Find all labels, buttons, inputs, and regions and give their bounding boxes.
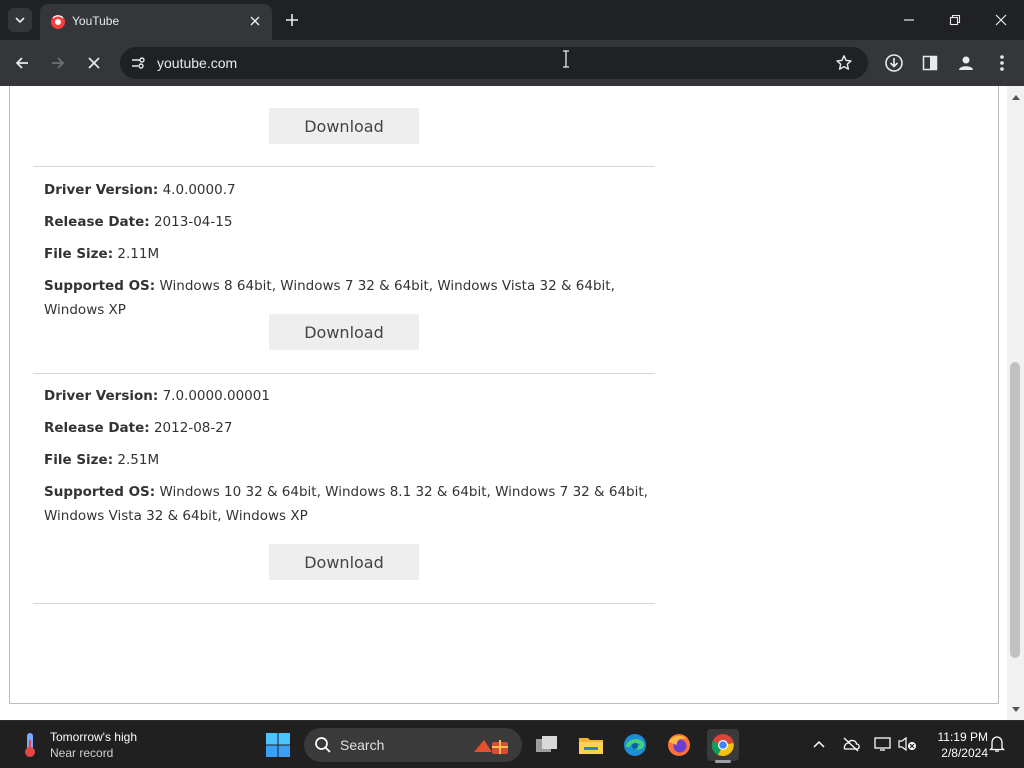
restore-button[interactable]	[941, 8, 969, 32]
bookmark-star-icon[interactable]	[834, 53, 854, 73]
scroll-up-arrow-icon[interactable]	[1007, 88, 1024, 105]
chrome-icon	[711, 734, 734, 757]
active-indicator	[715, 760, 731, 763]
address-bar[interactable]: youtube.com	[120, 47, 868, 79]
network-icon	[874, 737, 891, 751]
tab-title: YouTube	[72, 14, 120, 28]
tab-search-button[interactable]	[8, 8, 32, 32]
url-text[interactable]: youtube.com	[157, 55, 237, 71]
weather-line-2: Near record	[50, 746, 114, 760]
weather-line-1: Tomorrow's high	[50, 730, 137, 744]
minimize-icon	[904, 19, 914, 21]
download-button[interactable]: Download	[269, 544, 419, 580]
download-button[interactable]: Download	[269, 314, 419, 350]
new-tab-button[interactable]	[282, 10, 302, 30]
tab-close-icon[interactable]	[246, 12, 264, 30]
task-view-icon	[536, 736, 557, 752]
browser-toolbar: youtube.com	[0, 40, 1024, 86]
profile-icon	[959, 56, 973, 70]
release-date: Release Date: 2012-08-27	[44, 420, 233, 436]
divider	[33, 166, 655, 167]
onedrive-tray[interactable]	[840, 733, 862, 755]
edge-app[interactable]	[619, 729, 651, 761]
close-icon	[88, 57, 100, 69]
file-size: File Size: 2.51M	[44, 452, 160, 468]
thermometer-icon	[25, 733, 35, 757]
system-clock[interactable]: 11:19 PM 2/8/2024	[924, 729, 988, 761]
menu-button[interactable]	[990, 51, 1014, 75]
file-explorer-app[interactable]	[575, 729, 607, 761]
close-icon	[995, 14, 1007, 26]
text-cursor-icon	[563, 50, 569, 68]
edge-icon	[624, 734, 646, 756]
profile-button[interactable]	[954, 51, 978, 75]
weather-widget[interactable]: Tomorrow's high Near record	[16, 727, 176, 763]
chevron-up-icon	[813, 740, 825, 748]
task-view-app[interactable]	[531, 729, 563, 761]
plus-icon	[286, 14, 298, 26]
side-panel-icon	[922, 55, 938, 71]
search-icon	[315, 737, 331, 753]
back-button[interactable]	[10, 51, 34, 75]
driver-version: Driver Version: 7.0.0000.00001	[44, 388, 270, 404]
clock-time: 11:19 PM	[937, 730, 988, 744]
stop-loading-button[interactable]	[82, 51, 106, 75]
site-info-icon[interactable]	[128, 53, 148, 73]
cloud-off-icon	[843, 737, 860, 752]
scrollbar-thumb[interactable]	[1010, 362, 1020, 658]
network-tray[interactable]	[872, 733, 894, 755]
divider	[33, 603, 655, 604]
chevron-down-icon	[15, 17, 25, 24]
page-viewport: Download Driver Version: 4.0.0000.7 Rele…	[0, 86, 1024, 720]
restore-icon	[949, 14, 961, 26]
search-highlight-icon	[474, 740, 508, 754]
divider	[33, 373, 655, 374]
taskbar-search[interactable]: Search	[304, 728, 522, 762]
search-placeholder: Search	[340, 737, 385, 753]
arrow-right-icon	[52, 57, 65, 69]
download-icon	[885, 54, 903, 72]
clock-date: 2/8/2024	[941, 746, 988, 760]
youtube-favicon-icon	[51, 15, 65, 29]
file-size: File Size: 2.11M	[44, 246, 160, 262]
close-window-button[interactable]	[987, 8, 1015, 32]
firefox-icon	[668, 734, 690, 756]
scroll-down-arrow-icon[interactable]	[1007, 701, 1024, 718]
chrome-app[interactable]	[707, 729, 739, 763]
firefox-app[interactable]	[663, 729, 695, 761]
bell-icon	[989, 736, 1005, 752]
vertical-scrollbar[interactable]	[1007, 86, 1024, 720]
driver-version: Driver Version: 4.0.0000.7	[44, 182, 236, 198]
arrow-left-icon	[15, 57, 28, 69]
download-button[interactable]: Download	[269, 108, 419, 144]
release-date: Release Date: 2013-04-15	[44, 214, 233, 230]
notifications-tray[interactable]	[986, 733, 1008, 755]
forward-button[interactable]	[46, 51, 70, 75]
supported-os: Supported OS: Windows 10 32 & 64bit, Win…	[44, 484, 648, 524]
tab-youtube[interactable]: YouTube	[40, 4, 272, 40]
minimize-button[interactable]	[895, 8, 923, 32]
folder-icon	[579, 738, 603, 754]
kebab-menu-icon	[1000, 55, 1004, 71]
windows-taskbar: Tomorrow's high Near record Search 11:19…	[0, 720, 1024, 768]
show-hidden-icons[interactable]	[808, 733, 830, 755]
speaker-muted-icon	[898, 736, 916, 752]
volume-tray[interactable]	[897, 733, 919, 755]
downloads-button[interactable]	[882, 51, 906, 75]
windows-start-icon[interactable]	[264, 731, 292, 759]
side-panel-button[interactable]	[918, 51, 942, 75]
tab-strip: YouTube	[0, 0, 1024, 40]
